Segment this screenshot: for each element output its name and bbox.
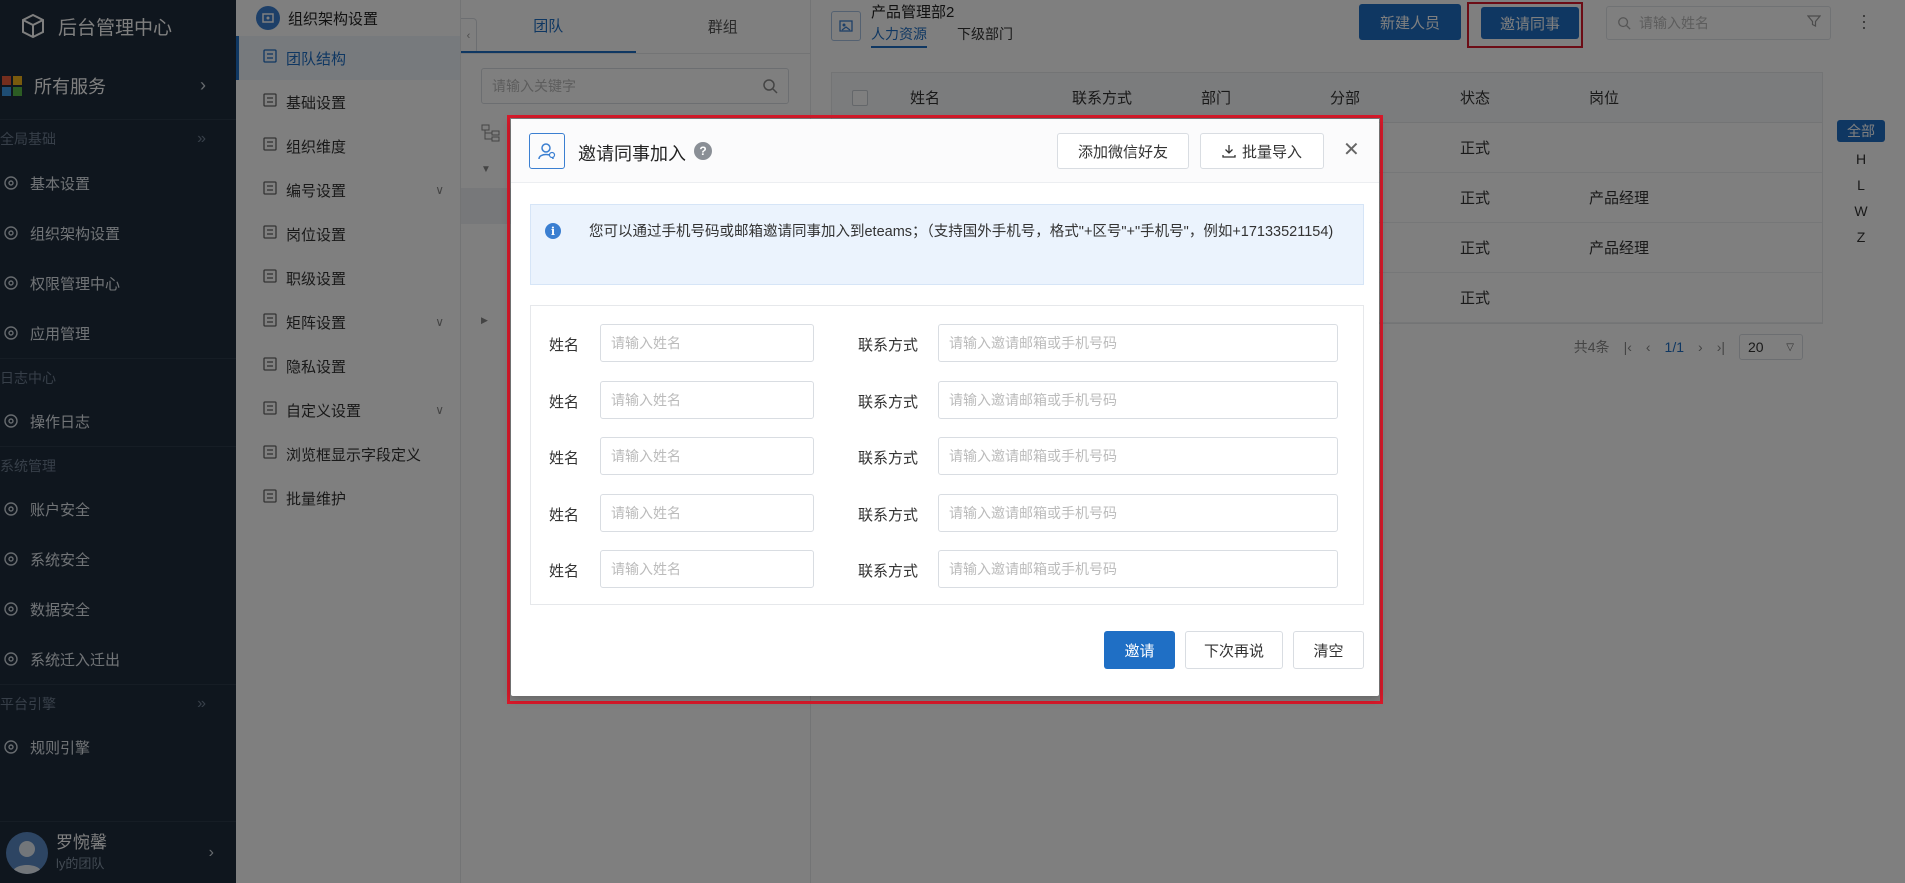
name-label: 姓名 xyxy=(549,450,580,467)
add-wechat-friend-button[interactable]: 添加微信好友 xyxy=(1057,133,1189,169)
invite-row: 姓名 请输入姓名 联系方式 请输入邀请邮箱或手机号码 xyxy=(531,324,1363,364)
batch-import-button[interactable]: 批量导入 xyxy=(1200,133,1324,169)
invite-user-icon xyxy=(529,133,565,169)
name-placeholder: 请输入姓名 xyxy=(611,561,681,577)
contact-input[interactable]: 请输入邀请邮箱或手机号码 xyxy=(938,380,1338,419)
invite-row: 姓名 请输入姓名 联系方式 请输入邀请邮箱或手机号码 xyxy=(531,380,1363,421)
contact-placeholder: 请输入邀请邮箱或手机号码 xyxy=(949,504,1117,521)
download-icon xyxy=(1222,145,1236,158)
contact-input[interactable]: 请输入邀请邮箱或手机号码 xyxy=(938,437,1338,475)
dialog-header: 邀请同事加入 ? 添加微信好友 批量导入 ✕ xyxy=(511,119,1379,183)
name-input[interactable]: 请输入姓名 xyxy=(600,437,814,475)
name-input[interactable]: 请输入姓名 xyxy=(600,493,814,532)
batch-import-label: 批量导入 xyxy=(1241,143,1302,161)
invite-dialog: 邀请同事加入 ? 添加微信好友 批量导入 ✕ i 您可以通过手机号码或邮箱邀请同… xyxy=(511,119,1379,696)
invite-row: 姓名 请输入姓名 联系方式 请输入邀请邮箱或手机号码 xyxy=(531,493,1363,534)
contact-input[interactable]: 请输入邀请邮箱或手机号码 xyxy=(938,493,1338,532)
info-icon: i xyxy=(545,223,561,239)
name-placeholder: 请输入姓名 xyxy=(611,504,681,521)
help-icon[interactable]: ? xyxy=(694,142,712,160)
invite-row: 姓名 请输入姓名 联系方式 请输入邀请邮箱或手机号码 xyxy=(531,437,1363,477)
clear-button[interactable]: 清空 xyxy=(1293,631,1364,669)
contact-label: 联系方式 xyxy=(858,337,919,354)
name-input[interactable]: 请输入姓名 xyxy=(600,324,814,362)
contact-placeholder: 请输入邀请邮箱或手机号码 xyxy=(949,448,1117,464)
name-input[interactable]: 请输入姓名 xyxy=(600,550,814,588)
name-label: 姓名 xyxy=(549,393,580,411)
contact-placeholder: 请输入邀请邮箱或手机号码 xyxy=(949,391,1117,408)
name-label: 姓名 xyxy=(549,337,580,354)
dialog-title: 邀请同事加入 xyxy=(578,144,686,164)
invite-row: 姓名 请输入姓名 联系方式 请输入邀请邮箱或手机号码 xyxy=(531,550,1363,590)
contact-label: 联系方式 xyxy=(858,393,919,411)
contact-label: 联系方式 xyxy=(858,450,919,467)
contact-input[interactable]: 请输入邀请邮箱或手机号码 xyxy=(938,550,1338,588)
invite-notice: i 您可以通过手机号码或邮箱邀请同事加入到eteams；（支持国外手机号，格式"… xyxy=(530,204,1364,285)
contact-label: 联系方式 xyxy=(858,506,919,524)
contact-placeholder: 请输入邀请邮箱或手机号码 xyxy=(949,335,1117,351)
name-label: 姓名 xyxy=(549,506,580,524)
contact-input[interactable]: 请输入邀请邮箱或手机号码 xyxy=(938,324,1338,362)
close-icon[interactable]: ✕ xyxy=(1343,140,1360,160)
invite-form: 姓名 请输入姓名 联系方式 请输入邀请邮箱或手机号码 姓名 请输入姓名 联系方式 请输入邀请邮… xyxy=(530,305,1364,605)
contact-placeholder: 请输入邀请邮箱或手机号码 xyxy=(949,561,1117,577)
name-placeholder: 请输入姓名 xyxy=(611,391,681,408)
invite-button[interactable]: 邀请 xyxy=(1104,631,1175,669)
notice-text: 您可以通过手机号码或邮箱邀请同事加入到eteams；（支持国外手机号，格式"+区… xyxy=(589,224,1334,240)
name-placeholder: 请输入姓名 xyxy=(611,335,681,351)
later-button[interactable]: 下次再说 xyxy=(1185,631,1283,669)
name-placeholder: 请输入姓名 xyxy=(611,448,681,464)
name-label: 姓名 xyxy=(549,563,580,580)
contact-label: 联系方式 xyxy=(858,563,919,580)
name-input[interactable]: 请输入姓名 xyxy=(600,380,814,419)
